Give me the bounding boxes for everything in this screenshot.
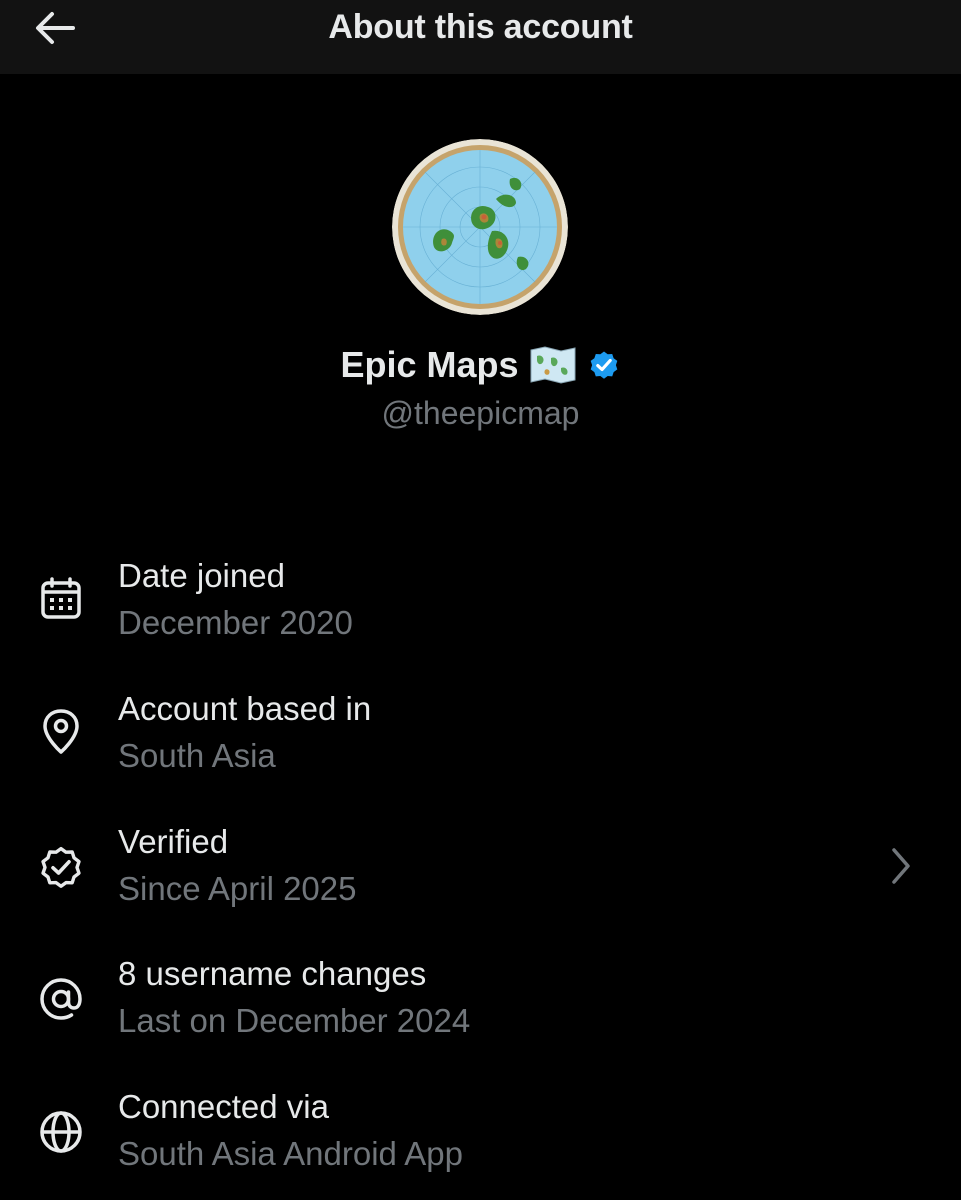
info-title: Verified — [118, 823, 229, 860]
info-row-username-changes: 8 username changes Last on December 2024 — [0, 954, 961, 1064]
info-row-date-joined: Date joined December 2020 — [0, 556, 961, 666]
info-value: December 2020 — [118, 604, 353, 641]
info-value: Since April 2025 — [118, 870, 357, 907]
world-map-avatar-image — [392, 139, 568, 315]
page-title: About this account — [328, 8, 633, 46]
display-name: Epic Maps — [340, 344, 519, 385]
info-row-account-based-in: Account based in South Asia — [0, 689, 961, 799]
info-title: Date joined — [118, 557, 285, 594]
world-map-emoji — [530, 346, 576, 384]
globe-icon — [36, 1107, 86, 1157]
info-value: South Asia — [118, 737, 276, 774]
display-name-row: Epic Maps — [0, 342, 961, 388]
info-title: Connected via — [118, 1088, 329, 1125]
calendar-icon — [36, 574, 86, 624]
info-value: Last on December 2024 — [118, 1002, 471, 1039]
info-row-connected-via: Connected via South Asia Android App — [0, 1087, 961, 1197]
info-title: 8 username changes — [118, 955, 427, 992]
top-bar: About this account — [0, 0, 961, 74]
info-row-verified[interactable]: Verified Since April 2025 — [0, 822, 961, 932]
location-pin-icon — [36, 707, 86, 757]
info-value: South Asia Android App — [118, 1135, 463, 1172]
profile-avatar[interactable] — [392, 139, 568, 315]
verified-badge-outline-icon — [36, 842, 86, 892]
chevron-right-icon[interactable] — [884, 844, 918, 888]
profile-handle: @theepicmap — [381, 395, 580, 431]
verified-badge-icon — [590, 351, 617, 379]
info-title: Account based in — [118, 690, 372, 727]
at-sign-icon — [36, 974, 86, 1024]
